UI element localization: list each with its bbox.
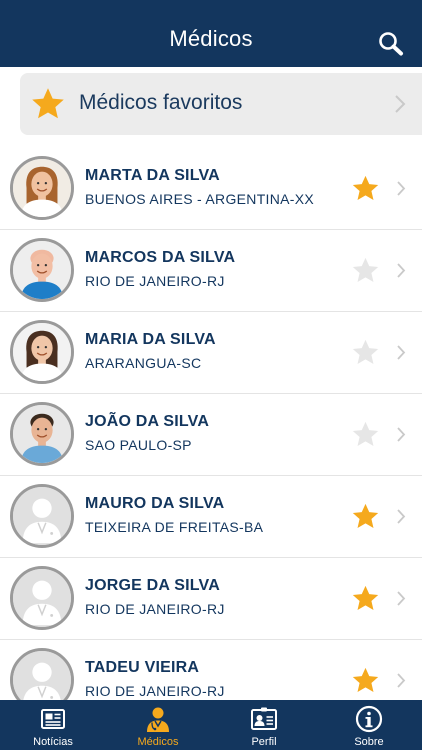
- favorite-star-icon[interactable]: [351, 584, 380, 613]
- avatar: [10, 648, 74, 700]
- doctor-city: RIO DE JANEIRO-RJ: [85, 683, 225, 699]
- list-item[interactable]: MARCOS DA SILVA RIO DE JANEIRO-RJ: [0, 230, 422, 312]
- avatar: [10, 484, 74, 548]
- doctor-icon: [147, 707, 169, 732]
- list-item[interactable]: JOÃO DA SILVA SAO PAULO-SP: [0, 394, 422, 476]
- list-item[interactable]: MAURO DA SILVA TEIXEIRA DE FREITAS-BA: [0, 476, 422, 558]
- doctor-name: TADEU VIEIRA: [85, 659, 200, 676]
- info-icon: [355, 705, 383, 733]
- search-button[interactable]: [374, 28, 408, 58]
- tab-noticias[interactable]: Notícias: [8, 700, 98, 750]
- tab-label: Médicos: [137, 736, 179, 748]
- tab-medicos[interactable]: Médicos: [113, 700, 203, 750]
- avatar: [10, 566, 74, 630]
- favorite-star-icon[interactable]: [351, 666, 380, 695]
- favorite-star-icon[interactable]: [351, 502, 380, 531]
- tab-label: Sobre: [354, 736, 384, 748]
- doctor-name: JORGE DA SILVA: [85, 577, 220, 594]
- list-item[interactable]: MARTA DA SILVA BUENOS AIRES - ARGENTINA-…: [0, 148, 422, 230]
- chevron-right-icon: [397, 181, 406, 196]
- star-icon: [32, 88, 64, 119]
- chevron-right-icon: [397, 509, 406, 524]
- chevron-right-icon: [397, 345, 406, 360]
- chevron-right-icon: [397, 591, 406, 606]
- search-icon: [379, 32, 403, 56]
- tab-bar: Notícias Médicos Perfil Sobre: [0, 700, 422, 750]
- newspaper-icon: [41, 709, 65, 729]
- doctor-photo: [13, 241, 71, 299]
- avatar: [10, 320, 74, 384]
- favorites-label: Médicos favoritos: [79, 91, 243, 114]
- doctor-name: MARCOS DA SILVA: [85, 249, 236, 266]
- chevron-right-icon: [395, 95, 406, 113]
- doctor-city: RIO DE JANEIRO-RJ: [85, 601, 225, 617]
- page-title: Médicos: [169, 26, 253, 51]
- doctor-photo: [13, 569, 71, 627]
- favorite-star-icon[interactable]: [351, 338, 380, 367]
- tab-label: Perfil: [251, 736, 277, 748]
- favorites-banner[interactable]: Médicos favoritos: [20, 73, 422, 135]
- favorite-star-icon[interactable]: [351, 174, 380, 203]
- chevron-right-icon: [397, 263, 406, 278]
- chevron-right-icon: [397, 673, 406, 688]
- doctor-photo: [13, 487, 71, 545]
- chevron-right-icon: [397, 427, 406, 442]
- doctor-city: TEIXEIRA DE FREITAS-BA: [85, 519, 264, 535]
- tab-sobre[interactable]: Sobre: [324, 700, 414, 750]
- doctor-name: JOÃO DA SILVA: [85, 413, 210, 430]
- doctor-photo: [13, 651, 71, 700]
- list-item[interactable]: JORGE DA SILVA RIO DE JANEIRO-RJ: [0, 558, 422, 640]
- favorite-star-icon[interactable]: [351, 420, 380, 449]
- doctor-photo: [13, 405, 71, 463]
- avatar: [10, 402, 74, 466]
- tab-perfil[interactable]: Perfil: [219, 700, 309, 750]
- doctor-photo: [13, 159, 71, 217]
- favorite-star-icon[interactable]: [351, 256, 380, 285]
- id-card-icon: [251, 707, 277, 730]
- tab-label: Notícias: [33, 736, 73, 748]
- doctor-name: MAURO DA SILVA: [85, 495, 225, 512]
- doctor-photo: [13, 323, 71, 381]
- doctor-city: ARARANGUA-SC: [85, 355, 202, 371]
- doctor-list: MARTA DA SILVA BUENOS AIRES - ARGENTINA-…: [0, 148, 422, 700]
- avatar: [10, 156, 74, 220]
- doctor-name: MARIA DA SILVA: [85, 331, 216, 348]
- doctor-name: MARTA DA SILVA: [85, 167, 220, 184]
- avatar: [10, 238, 74, 302]
- doctor-city: RIO DE JANEIRO-RJ: [85, 273, 225, 289]
- top-bar: Médicos: [0, 0, 422, 67]
- list-item[interactable]: TADEU VIEIRA RIO DE JANEIRO-RJ: [0, 640, 422, 700]
- doctor-city: BUENOS AIRES - ARGENTINA-XX: [85, 191, 315, 207]
- doctor-city: SAO PAULO-SP: [85, 437, 192, 453]
- list-item[interactable]: MARIA DA SILVA ARARANGUA-SC: [0, 312, 422, 394]
